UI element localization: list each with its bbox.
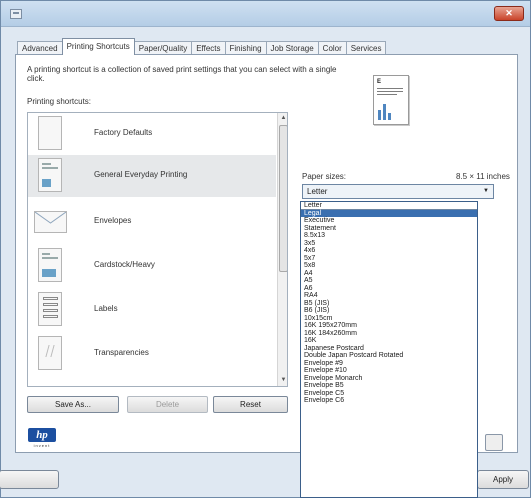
dropdown-option[interactable]: 8.5x13: [301, 232, 477, 240]
hp-mark: hp: [28, 428, 56, 442]
dropdown-option[interactable]: Envelope B5: [301, 382, 477, 390]
dropdown-option[interactable]: 5x7: [301, 255, 477, 263]
list-item[interactable]: Envelopes: [28, 201, 276, 243]
tab-advanced[interactable]: Advanced: [17, 41, 63, 55]
paper-size-select[interactable]: Letter ▼: [302, 184, 494, 199]
paper-sizes-label: Paper sizes:: [302, 172, 347, 181]
tab-effects[interactable]: Effects: [191, 41, 226, 55]
dropdown-option[interactable]: 3x5: [301, 240, 477, 248]
hp-tagline: invent: [33, 443, 51, 448]
tab-strip: Advanced Printing Shortcuts Paper/Qualit…: [17, 38, 387, 55]
paper-size-dropdown-list[interactable]: Letter Legal Executive Statement 8.5x13 …: [300, 201, 478, 498]
dropdown-option[interactable]: RA4: [301, 292, 477, 300]
dropdown-option[interactable]: Envelope C5: [301, 390, 477, 398]
tab-job-storage[interactable]: Job Storage: [265, 41, 319, 55]
tab-printing-shortcuts[interactable]: Printing Shortcuts: [61, 38, 135, 55]
shortcut-label: General Everyday Printing: [94, 170, 188, 179]
dropdown-option[interactable]: Envelope #9: [301, 360, 477, 368]
tab-color[interactable]: Color: [317, 41, 347, 55]
close-button[interactable]: ✕: [494, 6, 524, 21]
scrollbar-thumb[interactable]: [279, 125, 287, 272]
list-item[interactable]: Cardstock/Heavy: [28, 245, 276, 287]
shortcuts-scrollbar[interactable]: ▲ ▼: [277, 113, 287, 386]
dropdown-option[interactable]: A6: [301, 285, 477, 293]
dropdown-option[interactable]: 16K 184x260mm: [301, 330, 477, 338]
blank-page-icon: [38, 116, 62, 150]
apply-button[interactable]: Apply: [477, 470, 529, 489]
dropdown-option[interactable]: 16K: [301, 337, 477, 345]
labels-icon: [38, 292, 62, 326]
paper-dimensions: 8.5 × 11 inches: [456, 172, 510, 181]
title-bar[interactable]: ✕: [1, 1, 530, 27]
scroll-up-icon[interactable]: ▲: [278, 113, 287, 124]
document-icon: [38, 158, 62, 192]
envelope-icon: [34, 211, 67, 233]
transparency-icon: [38, 336, 62, 370]
shortcuts-list[interactable]: Factory Defaults General Everyday Printi…: [27, 112, 288, 387]
printer-icon: [10, 9, 22, 19]
panel-button[interactable]: [485, 434, 503, 451]
dropdown-option[interactable]: 4x6: [301, 247, 477, 255]
dropdown-option[interactable]: 5x8: [301, 262, 477, 270]
dropdown-option[interactable]: Envelope #10: [301, 367, 477, 375]
save-as-button[interactable]: Save As...: [27, 396, 119, 413]
list-item[interactable]: Labels: [28, 289, 276, 331]
scroll-down-icon[interactable]: ▼: [278, 375, 287, 386]
dropdown-option[interactable]: Executive: [301, 217, 477, 225]
delete-button: Delete: [127, 396, 208, 413]
dropdown-option[interactable]: Letter: [301, 202, 477, 210]
list-item[interactable]: General Everyday Printing: [28, 155, 276, 197]
shortcut-label: Factory Defaults: [94, 128, 153, 137]
dropdown-option[interactable]: B6 (JIS): [301, 307, 477, 315]
reset-button[interactable]: Reset: [213, 396, 288, 413]
list-item[interactable]: Transparencies: [28, 333, 276, 375]
dropdown-option[interactable]: A4: [301, 270, 477, 278]
page-preview-icon: E: [373, 75, 409, 125]
dropdown-option[interactable]: Envelope C6: [301, 397, 477, 405]
tab-paper-quality[interactable]: Paper/Quality: [133, 41, 193, 55]
dropdown-option[interactable]: Envelope Monarch: [301, 375, 477, 383]
shortcut-label: Transparencies: [94, 348, 149, 357]
dropdown-option[interactable]: 16K 195x270mm: [301, 322, 477, 330]
cardstock-icon: [38, 248, 62, 282]
dropdown-option[interactable]: B5 (JIS): [301, 300, 477, 308]
dropdown-option[interactable]: Japanese Postcard: [301, 345, 477, 353]
chevron-down-icon[interactable]: ▼: [483, 185, 489, 198]
tab-services[interactable]: Services: [345, 41, 387, 55]
shortcut-label: Labels: [94, 304, 118, 313]
list-item[interactable]: Factory Defaults: [28, 113, 276, 155]
shortcuts-list-label: Printing shortcuts:: [27, 97, 92, 106]
paper-size-value: Letter: [307, 187, 328, 196]
hp-logo: hp invent: [28, 428, 56, 448]
dropdown-option[interactable]: Legal: [301, 209, 477, 217]
shortcut-label: Cardstock/Heavy: [94, 260, 155, 269]
dropdown-option[interactable]: 10x15cm: [301, 315, 477, 323]
dropdown-option[interactable]: Double Japan Postcard Rotated: [301, 352, 477, 360]
dropdown-option[interactable]: A5: [301, 277, 477, 285]
shortcut-description: A printing shortcut is a collection of s…: [27, 65, 337, 83]
tab-finishing[interactable]: Finishing: [224, 41, 267, 55]
shortcut-label: Envelopes: [94, 216, 132, 225]
dropdown-option[interactable]: Statement: [301, 225, 477, 233]
ok-button[interactable]: [0, 470, 59, 489]
